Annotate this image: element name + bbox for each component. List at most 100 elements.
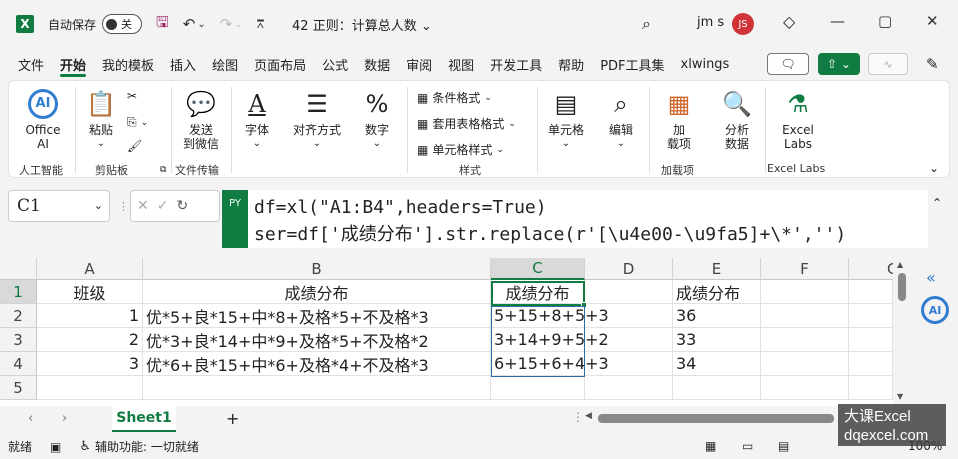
tab-xlwings[interactable]: xlwings <box>673 48 738 80</box>
document-title[interactable]: 42 正则：计算总人数 ⌄ <box>292 15 432 34</box>
format-as-table-button[interactable]: ▦ 套用表格格式 ⌄ <box>417 115 516 132</box>
cell-g4[interactable] <box>849 352 893 376</box>
sheet-tab[interactable]: Sheet1 <box>112 406 176 432</box>
cell-e3[interactable]: 33 <box>673 328 761 352</box>
ai-assistant-icon[interactable]: AI <box>921 296 949 324</box>
cell-e2[interactable]: 36 <box>673 304 761 328</box>
row-header[interactable]: 3 <box>0 328 37 352</box>
cancel-icon[interactable]: ✕ <box>137 198 149 214</box>
cell-a3[interactable]: 2 <box>37 328 143 352</box>
close-icon[interactable]: ✕ <box>926 12 939 30</box>
undo-icon[interactable]: ↶ <box>183 15 196 33</box>
redo-dropdown-icon[interactable]: ⌄ <box>234 19 242 30</box>
search-icon[interactable]: ⌕ <box>642 14 651 34</box>
name-box[interactable]: C1 ⌄ <box>8 190 110 222</box>
expand-panel-icon[interactable]: « <box>926 268 936 287</box>
column-header[interactable]: A <box>37 258 143 280</box>
cell-d1[interactable] <box>585 280 673 304</box>
python-type-icon[interactable]: ↻ <box>176 198 188 214</box>
cell-f1[interactable] <box>761 280 849 304</box>
tab-draw[interactable]: 绘图 <box>204 48 246 80</box>
premium-diamond-icon[interactable]: ◇ <box>783 12 795 31</box>
cell-c3[interactable]: 3+14+9+5+2 <box>491 328 609 352</box>
cut-icon[interactable]: ✂ <box>127 89 137 103</box>
row-header[interactable]: 4 <box>0 352 37 376</box>
prev-sheet-icon[interactable]: ‹ <box>28 411 33 426</box>
paste-button[interactable]: 📋 粘贴 ⌄ <box>83 87 119 151</box>
coauthoring-button[interactable]: ∿ <box>868 53 908 75</box>
save-icon[interactable]: 🖫 <box>156 12 169 37</box>
send-to-wechat-button[interactable]: 💬 发送 到微信 <box>175 87 227 151</box>
formula-input[interactable]: df=xl("A1:B4",headers=True) ser=df['成绩分布'… <box>248 190 928 248</box>
add-sheet-icon[interactable]: + <box>226 409 239 428</box>
tab-page-layout[interactable]: 页面布局 <box>246 48 314 80</box>
column-header[interactable]: B <box>143 258 491 280</box>
worksheet-grid[interactable]: A B C D E F G 1 2 3 4 5 班级 成绩分布 成绩分布 成绩分… <box>0 258 893 406</box>
excel-labs-button[interactable]: ⚗ Excel Labs <box>773 87 823 151</box>
pen-icon[interactable]: ✎ <box>926 55 939 73</box>
avatar[interactable]: JS <box>732 13 754 35</box>
cell-f5[interactable] <box>761 376 849 400</box>
select-all-corner[interactable] <box>0 258 37 280</box>
tab-home[interactable]: 开始 <box>52 48 94 80</box>
cell-a5[interactable] <box>37 376 143 400</box>
normal-view-icon[interactable]: ▦ <box>705 439 716 453</box>
cell-f2[interactable] <box>761 304 849 328</box>
format-painter-icon[interactable]: 🖌 <box>127 139 142 153</box>
tab-insert[interactable]: 插入 <box>162 48 204 80</box>
clipboard-launcher-icon[interactable]: ⧉ <box>160 165 166 175</box>
cell-g3[interactable] <box>849 328 893 352</box>
cell-f4[interactable] <box>761 352 849 376</box>
cell-a2[interactable]: 1 <box>37 304 143 328</box>
accessibility-status[interactable]: 辅助功能: 一切就绪 <box>95 438 199 455</box>
cell-g5[interactable] <box>849 376 893 400</box>
share-button[interactable]: ⇧ ⌄ <box>818 53 860 75</box>
cell-d5[interactable] <box>585 376 673 400</box>
tab-data[interactable]: 数据 <box>356 48 398 80</box>
macro-record-icon[interactable]: ▣ <box>50 440 61 454</box>
conditional-format-button[interactable]: ▦ 条件格式 ⌄ <box>417 89 492 106</box>
column-header[interactable]: E <box>673 258 761 280</box>
undo-dropdown-icon[interactable]: ⌄ <box>197 19 205 30</box>
page-break-view-icon[interactable]: ▤ <box>778 439 789 453</box>
tab-pdf-tools[interactable]: PDF工具集 <box>592 48 672 80</box>
row-header-selected[interactable]: 1 <box>0 280 37 304</box>
comments-button[interactable]: 🗨 <box>767 53 809 75</box>
redo-icon[interactable]: ↷ <box>220 15 233 33</box>
enter-icon[interactable]: ✓ <box>157 198 169 214</box>
next-sheet-icon[interactable]: › <box>62 411 67 426</box>
vertical-scroll-thumb[interactable] <box>898 273 906 301</box>
cell-c1[interactable]: 成绩分布 <box>491 280 585 304</box>
column-header[interactable]: D <box>585 258 673 280</box>
page-layout-view-icon[interactable]: ▭ <box>742 439 753 453</box>
cell-f3[interactable] <box>761 328 849 352</box>
scroll-down-icon[interactable]: ▼ <box>897 392 903 401</box>
tab-view[interactable]: 视图 <box>440 48 482 80</box>
cell-e1[interactable]: 成绩分布 <box>673 280 761 304</box>
autosave-toggle[interactable]: 关 <box>102 14 143 34</box>
copy-icon[interactable]: ⎘ ⌄ <box>127 115 148 130</box>
cell-e5[interactable] <box>673 376 761 400</box>
analyze-data-button[interactable]: 🔍 分析 数据 <box>715 87 759 151</box>
tab-developer[interactable]: 开发工具 <box>482 48 550 80</box>
cell-a4[interactable]: 3 <box>37 352 143 376</box>
cell-d4[interactable] <box>585 352 673 376</box>
editing-button[interactable]: ⌕ 编辑 ⌄ <box>601 87 641 151</box>
scroll-up-icon[interactable]: ▲ <box>897 260 903 269</box>
cell-b2[interactable]: 优*5+良*15+中*8+及格*5+不及格*3 <box>143 304 491 328</box>
cell-b5[interactable] <box>143 376 491 400</box>
cell-c4[interactable]: 6+15+6+4+3 <box>491 352 609 376</box>
office-ai-button[interactable]: AI Office AI <box>19 87 67 151</box>
tab-formulas[interactable]: 公式 <box>314 48 356 80</box>
tab-my-templates[interactable]: 我的模板 <box>94 48 162 80</box>
user-name[interactable]: jm s <box>697 15 724 30</box>
cell-g1[interactable] <box>849 280 893 304</box>
cell-styles-button[interactable]: ▦ 单元格样式 ⌄ <box>417 141 504 158</box>
cell-d3[interactable] <box>585 328 673 352</box>
ribbon-collapse-icon[interactable]: ⌄ <box>929 161 939 175</box>
column-header-selected[interactable]: C <box>491 258 585 280</box>
addins-button[interactable]: ▦ 加 载项 <box>657 87 701 151</box>
cell-b3[interactable]: 优*3+良*14+中*9+及格*5+不及格*2 <box>143 328 491 352</box>
tab-file[interactable]: 文件 <box>10 48 52 80</box>
cell-e4[interactable]: 34 <box>673 352 761 376</box>
